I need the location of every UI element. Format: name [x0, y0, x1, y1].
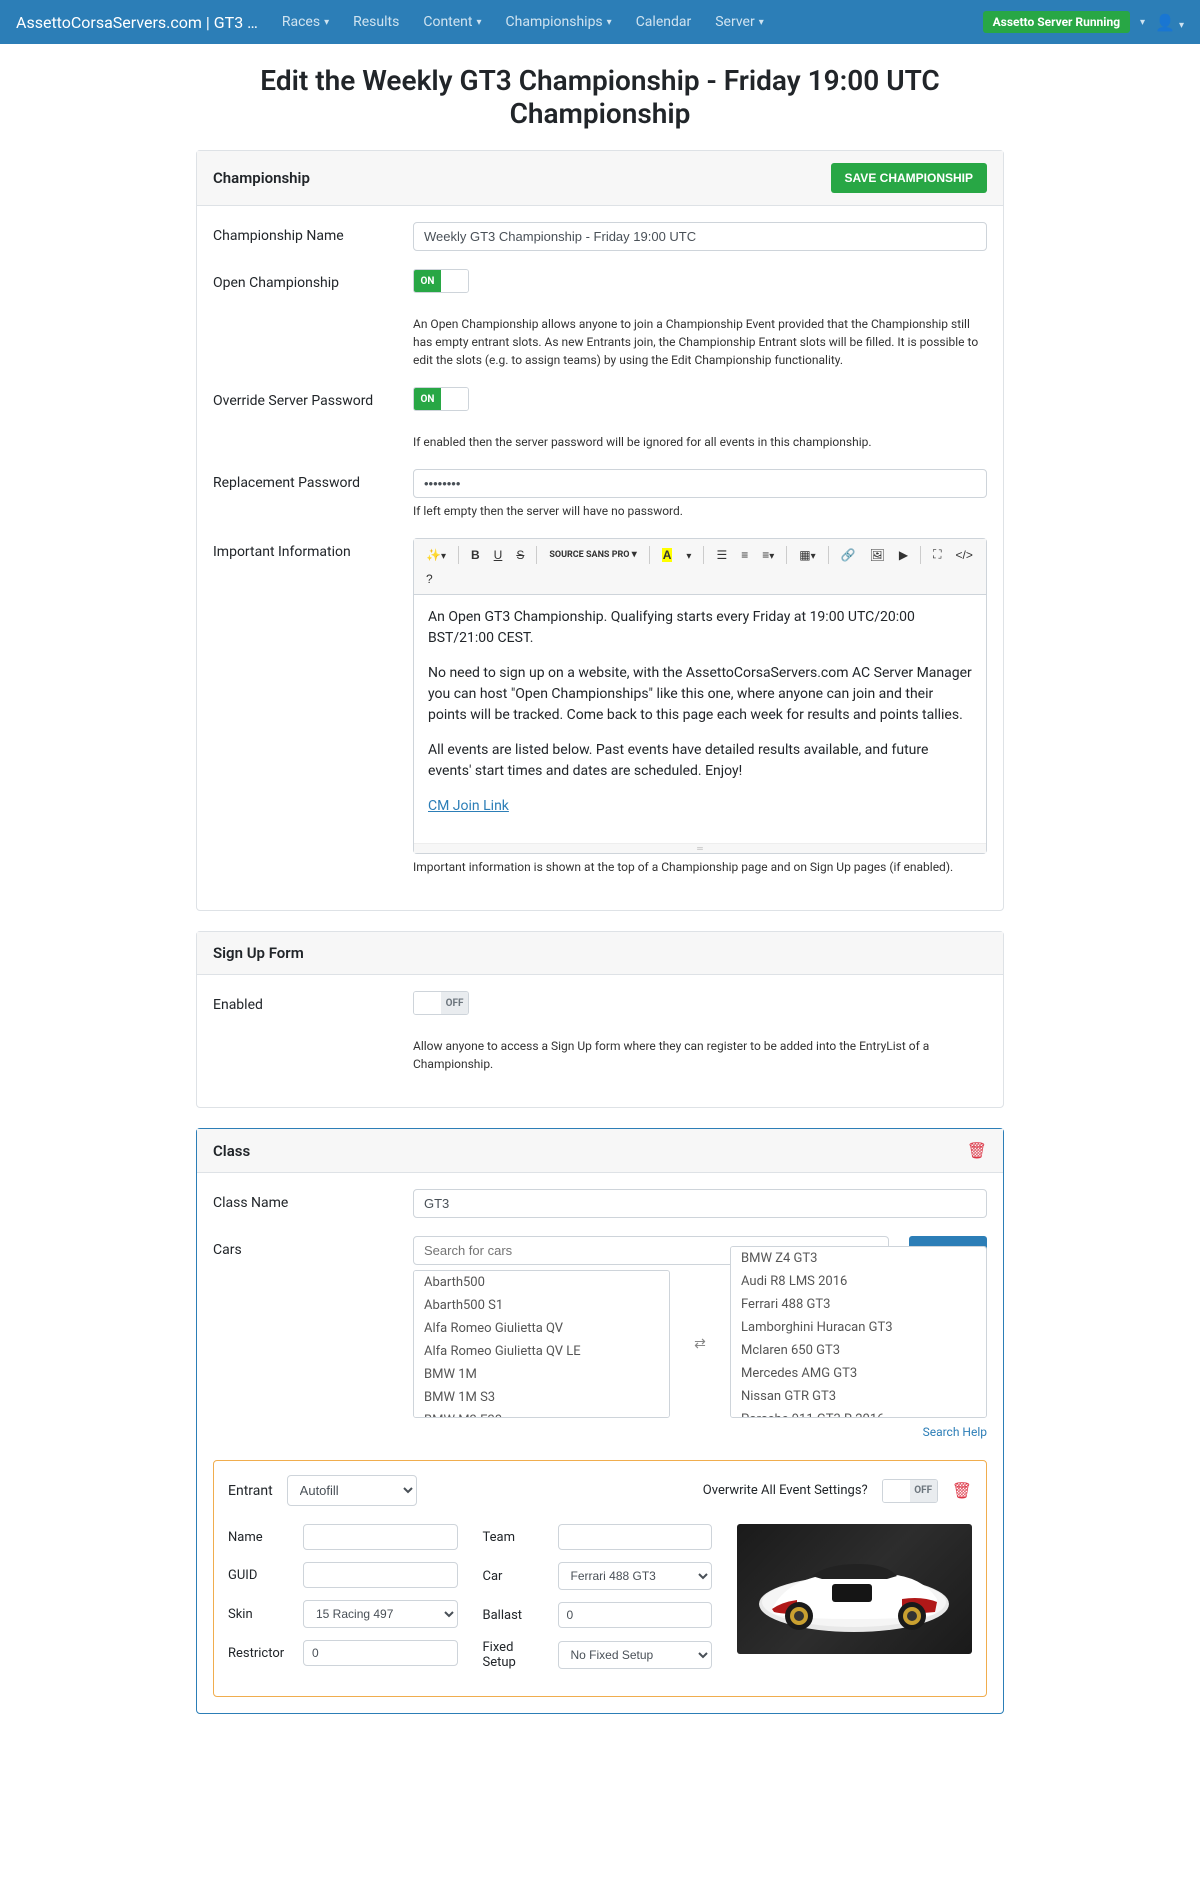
- cars-label: Cars: [213, 1236, 413, 1440]
- strike-icon[interactable]: S: [510, 544, 530, 566]
- cm-join-link[interactable]: CM Join Link: [428, 798, 509, 814]
- ol-icon[interactable]: ≡: [735, 544, 754, 566]
- list-item[interactable]: Mercedes AMG GT3: [731, 1362, 986, 1385]
- editor-content[interactable]: An Open GT3 Championship. Qualifying sta…: [414, 595, 986, 843]
- entrant-name-input[interactable]: [303, 1524, 458, 1550]
- server-running-badge[interactable]: Assetto Server Running: [983, 11, 1130, 33]
- car-preview-image: [737, 1524, 972, 1654]
- entrant-team-input[interactable]: [558, 1524, 713, 1550]
- championship-name-input[interactable]: [413, 222, 987, 251]
- editor-resize-handle[interactable]: ═: [414, 843, 986, 853]
- entrant-autofill-select[interactable]: Autofill: [287, 1475, 417, 1506]
- signup-header: Sign Up Form: [213, 944, 304, 962]
- navbar: AssettoCorsaServers.com | GT3 … Races▾ R…: [0, 0, 1200, 44]
- class-name-label: Class Name: [213, 1189, 413, 1218]
- table-icon[interactable]: ▦▾: [793, 544, 821, 566]
- open-championship-toggle[interactable]: ON: [413, 269, 469, 293]
- save-championship-button[interactable]: Save Championship: [831, 163, 987, 193]
- info-label: Important Information: [213, 538, 413, 876]
- championship-name-label: Championship Name: [213, 222, 413, 251]
- overwrite-toggle[interactable]: OFF: [882, 1479, 938, 1503]
- editor-toolbar: ✨▾ B U S SOURCE SANS PRO ▾ A ▾ ☰: [414, 539, 986, 595]
- entrant-fixed-select[interactable]: No Fixed Setup: [558, 1641, 713, 1669]
- link-icon[interactable]: 🔗: [835, 544, 862, 566]
- championship-header: Championship: [213, 169, 310, 187]
- list-item[interactable]: Mclaren 650 GT3: [731, 1339, 986, 1362]
- overwrite-label: Overwrite All Event Settings?: [703, 1483, 868, 1498]
- override-pw-toggle[interactable]: ON: [413, 387, 469, 411]
- nav-content[interactable]: Content▾: [413, 8, 491, 36]
- repl-pw-help: If left empty then the server will have …: [413, 502, 987, 520]
- selected-cars-listbox[interactable]: BMW Z4 GT3Audi R8 LMS 2016Ferrari 488 GT…: [730, 1246, 987, 1418]
- entrant-restrictor-input[interactable]: [303, 1640, 458, 1666]
- entrant-car-select[interactable]: Ferrari 488 GT3: [558, 1562, 713, 1590]
- text-color-icon[interactable]: A: [656, 544, 679, 566]
- class-name-input[interactable]: [413, 1189, 987, 1218]
- championship-card: Championship Save Championship Champions…: [196, 150, 1004, 911]
- delete-class-icon[interactable]: 🗑: [967, 1141, 987, 1160]
- delete-entrant-icon[interactable]: 🗑: [952, 1481, 972, 1500]
- nav-championships[interactable]: Championships▾: [496, 8, 622, 36]
- nav-results[interactable]: Results: [343, 8, 409, 36]
- list-item[interactable]: Alfa Romeo Giulietta QV LE: [414, 1340, 669, 1363]
- signup-card: Sign Up Form Enabled OFF Allow anyone to…: [196, 931, 1004, 1108]
- entrant-guid-input[interactable]: [303, 1562, 458, 1588]
- bold-icon[interactable]: B: [465, 544, 486, 566]
- video-icon[interactable]: ▶: [893, 544, 914, 566]
- list-item[interactable]: BMW Z4 GT3: [731, 1247, 986, 1270]
- open-championship-label: Open Championship: [213, 269, 413, 293]
- list-item[interactable]: Lamborghini Huracan GT3: [731, 1316, 986, 1339]
- color-caret-icon[interactable]: ▾: [680, 544, 697, 566]
- list-item[interactable]: Ferrari 488 GT3: [731, 1293, 986, 1316]
- magic-icon[interactable]: ✨▾: [420, 544, 452, 566]
- list-item[interactable]: Abarth500: [414, 1271, 669, 1294]
- swap-icon[interactable]: ⇄: [694, 1336, 706, 1352]
- class-header: Class: [213, 1142, 250, 1160]
- font-select[interactable]: SOURCE SANS PRO ▾: [543, 545, 642, 564]
- fullscreen-icon[interactable]: ⛶: [927, 543, 947, 566]
- available-cars-listbox[interactable]: Abarth500Abarth500 S1Alfa Romeo Giuliett…: [413, 1270, 670, 1418]
- list-item[interactable]: BMW 1M: [414, 1363, 669, 1386]
- entrant-label: Entrant: [228, 1483, 273, 1499]
- list-item[interactable]: Alfa Romeo Giulietta QV: [414, 1317, 669, 1340]
- open-help: An Open Championship allows anyone to jo…: [413, 315, 987, 369]
- entrant-card: Entrant Autofill Overwrite All Event Set…: [213, 1460, 987, 1697]
- repl-pw-input[interactable]: [413, 469, 987, 498]
- nav-server[interactable]: Server▾: [705, 8, 774, 36]
- override-pw-label: Override Server Password: [213, 387, 413, 411]
- signup-help: Allow anyone to access a Sign Up form wh…: [413, 1037, 987, 1073]
- override-help: If enabled then the server password will…: [413, 433, 987, 451]
- signup-enabled-label: Enabled: [213, 991, 413, 1015]
- help-icon[interactable]: ?: [420, 568, 439, 590]
- entrant-skin-select[interactable]: 15 Racing 497: [303, 1600, 458, 1628]
- list-item[interactable]: BMW M3 E30: [414, 1409, 669, 1418]
- list-item[interactable]: Abarth500 S1: [414, 1294, 669, 1317]
- rich-text-editor: ✨▾ B U S SOURCE SANS PRO ▾ A ▾ ☰: [413, 538, 987, 854]
- list-item[interactable]: Audi R8 LMS 2016: [731, 1270, 986, 1293]
- list-item[interactable]: Nissan GTR GT3: [731, 1385, 986, 1408]
- list-item[interactable]: Porsche 911 GT3 R 2016: [731, 1408, 986, 1418]
- list-item[interactable]: BMW 1M S3: [414, 1386, 669, 1409]
- user-icon[interactable]: 👤 ▾: [1155, 13, 1184, 32]
- underline-icon[interactable]: U: [488, 544, 509, 566]
- image-icon[interactable]: 🖼: [864, 544, 891, 566]
- repl-pw-label: Replacement Password: [213, 469, 413, 520]
- info-help: Important information is shown at the to…: [413, 858, 987, 876]
- nav-races[interactable]: Races▾: [272, 8, 339, 36]
- page-title: Edit the Weekly GT3 Championship - Frida…: [196, 64, 1004, 130]
- nav-calendar[interactable]: Calendar: [626, 8, 702, 36]
- class-card: Class 🗑 Class Name Cars Searc: [196, 1128, 1004, 1714]
- nav-brand[interactable]: AssettoCorsaServers.com | GT3 …: [16, 13, 258, 32]
- code-icon[interactable]: </>: [949, 544, 978, 566]
- ul-icon[interactable]: ☰: [710, 544, 733, 566]
- search-help-link[interactable]: Search Help: [923, 1425, 987, 1439]
- signup-enabled-toggle[interactable]: OFF: [413, 991, 469, 1015]
- entrant-ballast-input[interactable]: [558, 1602, 713, 1628]
- align-icon[interactable]: ≡▾: [756, 544, 780, 566]
